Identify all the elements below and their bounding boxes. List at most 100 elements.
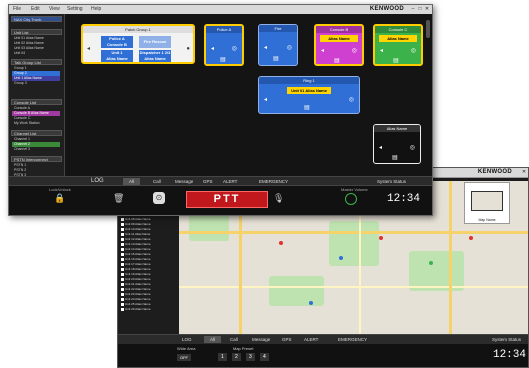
list-item[interactable]: Unit 11 Alias Name (121, 232, 177, 236)
list-item[interactable]: Unit 12 Alias Name (121, 237, 177, 241)
checkbox-icon[interactable] (121, 217, 124, 221)
tab-emergency[interactable]: EMERGENCY (259, 178, 288, 185)
trash-icon[interactable]: 🗑 (113, 193, 124, 204)
list-item[interactable]: Unit 22 Alias Name (121, 287, 177, 291)
close-icon[interactable]: ✕ (521, 169, 527, 175)
checkbox-icon[interactable] (121, 302, 124, 306)
menu-icon[interactable]: ▤ (304, 105, 310, 111)
checkbox-icon[interactable] (121, 242, 124, 246)
pstn-list-header[interactable]: PSTN Interconnect (11, 156, 62, 162)
system-selector[interactable]: NAX City Trunk (11, 16, 62, 22)
list-item[interactable]: Unit 24 Alias Name (121, 297, 177, 301)
sidebar-item[interactable]: Group 3 (12, 81, 60, 86)
ptt-icon[interactable]: ◎ (287, 45, 292, 51)
menu-file[interactable]: File (13, 6, 21, 12)
checkbox-icon[interactable] (121, 237, 124, 241)
unit-marker-icon[interactable] (279, 241, 283, 245)
list-item[interactable]: Unit 10 Alias Name (121, 227, 177, 231)
talk-group-list-header[interactable]: Talk Group List (11, 59, 62, 65)
scrollbar[interactable] (426, 20, 430, 38)
console-card[interactable]: Console B Alias Name ◂ ◎ ▤ (314, 24, 364, 66)
tab-emergency[interactable]: EMERGENCY (338, 336, 367, 343)
checkbox-icon[interactable] (121, 252, 124, 256)
checkbox-icon[interactable] (121, 222, 124, 226)
close-icon[interactable]: ✕ (424, 6, 430, 12)
tab-all[interactable]: All (204, 336, 222, 343)
list-item[interactable]: Unit 18 Alias Name (121, 267, 177, 271)
checkbox-icon[interactable] (121, 287, 124, 291)
channel-list-header[interactable]: Channel List (11, 130, 62, 136)
talk-group-card[interactable]: Police A ◂ ◎ ▤ (204, 24, 244, 66)
checkbox-icon[interactable] (121, 257, 124, 261)
checkbox-icon[interactable] (121, 232, 124, 236)
menu-icon[interactable]: ▤ (392, 155, 398, 161)
ptt-button[interactable]: PTT (186, 191, 268, 208)
ptt-icon[interactable]: ◎ (232, 46, 237, 52)
unit-card[interactable]: Alias Name ◂ ◎ ▤ (373, 124, 421, 164)
list-item[interactable]: Unit 16 Alias Name (121, 257, 177, 261)
patch-member[interactable]: Dispatcher 1 2/3 Alias Name (139, 50, 171, 62)
console-card[interactable]: Console C Alias Name ◂ ◎ ▤ (373, 24, 423, 66)
lock-icon[interactable]: 🔒 (54, 193, 65, 204)
tab-system-status[interactable]: System Status (377, 178, 406, 185)
patch-member[interactable]: Unit 1 Alias Name (101, 50, 133, 62)
list-item[interactable]: Unit 19 Alias Name (121, 272, 177, 276)
checkbox-icon[interactable] (121, 282, 124, 286)
checkbox-icon[interactable] (121, 297, 124, 301)
checkbox-icon[interactable] (121, 247, 124, 251)
checkbox-icon[interactable] (121, 262, 124, 266)
sidebar-item[interactable]: My Work Station (12, 121, 60, 126)
ptt-icon[interactable]: ● (186, 46, 190, 52)
preset-button-2[interactable]: 2 (232, 353, 241, 361)
volume-knob-icon[interactable] (345, 193, 357, 205)
menu-setting[interactable]: Setting (67, 6, 83, 12)
tab-alert[interactable]: ALERT (223, 178, 237, 185)
preset-button-1[interactable]: 1 (218, 353, 227, 361)
patch-group-card[interactable]: Patch Group 1 Police A Console B Fire Re… (81, 24, 195, 64)
list-item[interactable]: Unit 14 Alias Name (121, 247, 177, 251)
menu-icon[interactable]: ▤ (273, 56, 279, 62)
tab-gps[interactable]: GPS (282, 336, 292, 343)
checkbox-icon[interactable] (121, 227, 124, 231)
menu-edit[interactable]: Edit (31, 6, 40, 12)
list-item[interactable]: Unit 09 Alias Name (121, 222, 177, 226)
menu-view[interactable]: View (49, 6, 60, 12)
unit-marker-icon[interactable] (469, 236, 473, 240)
sidebar-item[interactable]: Unit 04 (12, 51, 60, 56)
wide-area-toggle[interactable]: OFF (177, 354, 191, 361)
list-item[interactable]: Unit 20 Alias Name (121, 277, 177, 281)
menu-icon[interactable]: ▤ (220, 57, 226, 63)
tab-log[interactable]: LOG (182, 336, 192, 343)
maximize-icon[interactable]: □ (417, 6, 423, 12)
tab-message[interactable]: Message (175, 178, 193, 185)
tab-gps[interactable]: GPS (203, 178, 213, 185)
tab-call[interactable]: Call (153, 178, 161, 185)
patch-member[interactable]: Fire Rescue (139, 36, 171, 48)
tab-log[interactable]: LOG (91, 178, 104, 185)
menu-help[interactable]: Help (91, 6, 101, 12)
list-item[interactable]: Unit 23 Alias Name (121, 292, 177, 296)
list-item[interactable]: Unit 13 Alias Name (121, 242, 177, 246)
menu-icon[interactable]: ▤ (334, 58, 340, 64)
menu-icon[interactable]: ▤ (393, 58, 399, 64)
settings-icon[interactable]: ⊙ (153, 192, 165, 204)
ptt-icon[interactable]: ◎ (410, 145, 415, 151)
unit-marker-icon[interactable] (309, 301, 313, 305)
mini-map[interactable]: Map Name (464, 182, 510, 224)
list-item[interactable]: Unit 25 Alias Name (121, 302, 177, 306)
checkbox-icon[interactable] (121, 292, 124, 296)
list-item[interactable]: Unit 17 Alias Name (121, 262, 177, 266)
tab-system-status[interactable]: System Status (492, 336, 521, 343)
preset-button-3[interactable]: 3 (246, 353, 255, 361)
checkbox-icon[interactable] (121, 267, 124, 271)
tab-call[interactable]: Call (230, 336, 238, 343)
tab-message[interactable]: Message (252, 336, 270, 343)
unit-marker-icon[interactable] (429, 261, 433, 265)
checkbox-icon[interactable] (121, 277, 124, 281)
unit-marker-icon[interactable] (379, 236, 383, 240)
minimize-icon[interactable]: – (410, 6, 416, 12)
ptt-icon[interactable]: ◎ (411, 48, 416, 54)
microphone-icon[interactable]: 🎙 (273, 193, 284, 204)
unit-marker-icon[interactable] (339, 256, 343, 260)
sidebar-item[interactable]: Channel 3 (12, 147, 60, 152)
